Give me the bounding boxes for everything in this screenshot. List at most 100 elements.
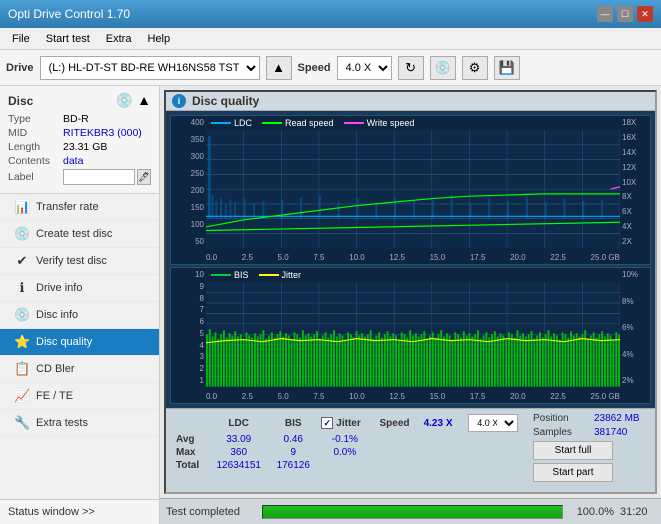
jitter-legend-dot (259, 274, 279, 276)
mid-key: MID (8, 127, 63, 139)
stats-table-area: LDC BIS ✓ Jitter Speed 4.23 X (166, 409, 533, 492)
disc-icons: 💿 ▲ (116, 92, 151, 109)
drive-label: Drive (6, 62, 34, 74)
write-speed-legend: Write speed (344, 118, 415, 128)
sidebar-item-verify-test[interactable]: ✔ Verify test disc (0, 248, 159, 275)
menu-start-test[interactable]: Start test (38, 31, 98, 47)
sidebar-item-disc-info-label: Disc info (36, 309, 78, 321)
stats-data-table: LDC BIS ✓ Jitter Speed 4.23 X (172, 413, 527, 472)
drive-info-icon: ℹ (14, 280, 30, 296)
length-key: Length (8, 141, 63, 153)
disc-icon-button[interactable]: 💿 (430, 56, 456, 80)
status-text: Test completed (166, 506, 256, 518)
disc-icon: 💿 (116, 92, 133, 109)
chart1-x-axis: 0.0 2.5 5.0 7.5 10.0 12.5 15.0 17.5 20.0… (206, 253, 620, 262)
bis-legend-label: BIS (234, 270, 249, 280)
save-button[interactable]: 💾 (494, 56, 520, 80)
sidebar-item-transfer-rate[interactable]: 📊 Transfer rate (0, 194, 159, 221)
chart1-y-right: 18X 16X 14X 12X 10X 8X 6X 4X 2X (620, 116, 650, 246)
max-jitter: 0.0% (317, 446, 372, 459)
samples-row: Samples 381740 (533, 427, 649, 438)
progress-bar-area: Test completed 100.0% 31:20 (160, 498, 661, 524)
type-val: BD-R (63, 113, 89, 125)
chart1-svg (206, 130, 620, 248)
jitter-legend-label: Jitter (282, 270, 302, 280)
sidebar-item-drive-info-label: Drive info (36, 282, 82, 294)
label-input[interactable] (63, 169, 135, 185)
bis-chart: BIS Jitter 10 9 8 7 6 5 (170, 267, 651, 404)
disc-eject-icon[interactable]: ▲ (137, 92, 151, 109)
label-edit-button[interactable]: 🖊 (137, 169, 151, 185)
sidebar-item-cd-bler[interactable]: 📋 CD Bler (0, 356, 159, 383)
settings-button[interactable]: ⚙ (462, 56, 488, 80)
disc-section-label: Disc (8, 94, 33, 108)
cd-bler-icon: 📋 (14, 361, 30, 377)
toolbar: Drive (L:) HL-DT-ST BD-RE WH16NS58 TST4 … (0, 50, 661, 86)
eject-button[interactable]: ▲ (266, 56, 292, 80)
speed-select[interactable]: 4.0 X 1.0 X 2.0 X 6.0 X 8.0 X (337, 56, 392, 80)
sidebar-item-fe-te[interactable]: 📈 FE / TE (0, 383, 159, 410)
window-controls: — ☐ ✕ (597, 6, 653, 22)
disc-panel: Disc 💿 ▲ Type BD-R MID RITEKBR3 (000) Le… (0, 86, 159, 194)
sidebar-item-create-test[interactable]: 💿 Create test disc (0, 221, 159, 248)
sidebar-item-fe-te-label: FE / TE (36, 390, 73, 402)
avg-bis: 0.46 (269, 433, 317, 446)
ldc-legend: LDC (211, 118, 252, 128)
progress-pct: 100.0% (569, 506, 614, 518)
chart2-x-axis: 0.0 2.5 5.0 7.5 10.0 12.5 15.0 17.5 20.0… (206, 392, 620, 401)
start-part-button[interactable]: Start part (533, 463, 613, 482)
close-button[interactable]: ✕ (637, 6, 653, 22)
avg-ldc: 33.09 (208, 433, 269, 446)
avg-row: Avg 33.09 0.46 -0.1% (172, 433, 527, 446)
status-window-button[interactable]: Status window >> (0, 499, 159, 524)
menu-file[interactable]: File (4, 31, 38, 47)
jitter-checkbox[interactable]: ✓ (321, 417, 333, 429)
chart2-svg (206, 282, 620, 387)
fe-te-icon: 📈 (14, 388, 30, 404)
col-header-jitter-check: ✓ Jitter (317, 413, 372, 433)
sidebar-item-extra-tests[interactable]: 🔧 Extra tests (0, 410, 159, 437)
jitter-legend: Jitter (259, 270, 302, 280)
max-bis: 9 (269, 446, 317, 459)
length-val: 23.31 GB (63, 141, 107, 153)
quality-header: i Disc quality (166, 92, 655, 111)
speed-set-select[interactable]: 4.0 X (468, 414, 518, 432)
maximize-button[interactable]: ☐ (617, 6, 633, 22)
refresh-button[interactable]: ↻ (398, 56, 424, 80)
menu-extra[interactable]: Extra (98, 31, 140, 47)
speed-label: Speed (298, 62, 331, 74)
position-val: 23862 MB (594, 413, 649, 424)
avg-jitter: -0.1% (317, 433, 372, 446)
total-ldc: 12634151 (208, 459, 269, 472)
read-speed-legend-label: Read speed (285, 118, 334, 128)
content-area: i Disc quality LDC Read speed (160, 86, 661, 524)
disc-quality-panel: i Disc quality LDC Read speed (164, 90, 657, 494)
sidebar-item-disc-info[interactable]: 💿 Disc info (0, 302, 159, 329)
type-key: Type (8, 113, 63, 125)
nav-items: 📊 Transfer rate 💿 Create test disc ✔ Ver… (0, 194, 159, 499)
chart2-legend: BIS Jitter (211, 270, 301, 280)
sidebar-item-disc-quality[interactable]: ⭐ Disc quality (0, 329, 159, 356)
contents-key: Contents (8, 155, 63, 167)
max-row: Max 360 9 0.0% (172, 446, 527, 459)
disc-quality-icon: ⭐ (14, 334, 30, 350)
quality-icon: i (172, 94, 186, 108)
samples-label: Samples (533, 427, 588, 438)
titlebar: Opti Drive Control 1.70 — ☐ ✕ (0, 0, 661, 28)
chart1-legend: LDC Read speed Write speed (211, 118, 414, 128)
app-title: Opti Drive Control 1.70 (8, 7, 130, 21)
drive-select[interactable]: (L:) HL-DT-ST BD-RE WH16NS58 TST4 (40, 56, 260, 80)
write-speed-legend-dot (344, 122, 364, 124)
col-header-ldc: LDC (208, 413, 269, 433)
menu-help[interactable]: Help (139, 31, 178, 47)
total-jitter (317, 459, 372, 472)
sidebar-item-drive-info[interactable]: ℹ Drive info (0, 275, 159, 302)
col-header-speed-measured: 4.23 X (417, 413, 460, 433)
minimize-button[interactable]: — (597, 6, 613, 22)
start-full-button[interactable]: Start full (533, 441, 613, 460)
bis-legend-dot (211, 274, 231, 276)
col-header-speed: Speed (372, 413, 416, 433)
position-row: Position 23862 MB (533, 413, 649, 424)
samples-val: 381740 (594, 427, 649, 438)
max-ldc: 360 (208, 446, 269, 459)
